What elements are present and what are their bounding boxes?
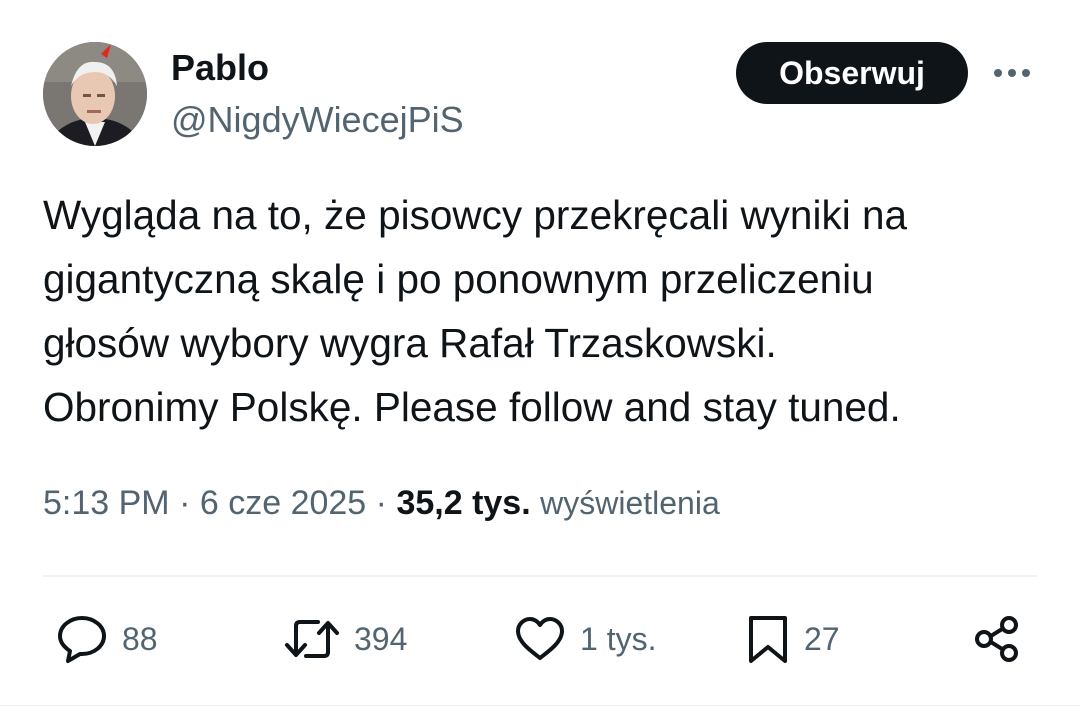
- tweet-time[interactable]: 5:13 PM: [43, 484, 170, 522]
- repost-count: 394: [354, 621, 408, 657]
- reply-count: 88: [122, 621, 158, 657]
- tweet-text-line: gigantyczną skalę i po ponownym przelicz…: [43, 256, 874, 302]
- more-options-button[interactable]: [990, 54, 1034, 92]
- divider: [43, 575, 1037, 577]
- reply-button[interactable]: 88: [56, 612, 158, 666]
- tweet-meta: 5:13 PM · 6 cze 2025 · 35,2 tys. wyświet…: [43, 481, 720, 525]
- reply-icon: [58, 616, 106, 663]
- tweet-card: Pablo @NigdyWiecejPiS Obserwuj Wygląda n…: [0, 0, 1080, 727]
- views-count[interactable]: 35,2 tys.: [396, 484, 530, 522]
- tweet-text: Wygląda na to, że pisowcy przekręcali wy…: [43, 183, 1043, 439]
- meta-separator: ·: [375, 484, 387, 522]
- avatar[interactable]: [43, 42, 147, 146]
- bookmark-button[interactable]: 27: [746, 612, 840, 666]
- heart-icon: [516, 617, 564, 660]
- more-horizontal-icon: [994, 69, 1030, 77]
- bookmark-count: 27: [804, 621, 840, 657]
- like-button[interactable]: 1 tys.: [514, 612, 656, 666]
- meta-separator: ·: [179, 484, 191, 522]
- author-display-name[interactable]: Pablo: [171, 46, 269, 90]
- share-icon: [975, 616, 1018, 662]
- avatar-photo-icon: [43, 42, 147, 146]
- views-label: wyświetlenia: [540, 485, 720, 521]
- like-count: 1 tys.: [580, 621, 657, 657]
- bookmark-icon: [749, 616, 787, 663]
- repost-icon: [285, 620, 339, 658]
- tweet-text-line: Obronimy Polskę. Please follow and stay …: [43, 384, 901, 430]
- author-handle[interactable]: @NigdyWiecejPiS: [171, 98, 464, 142]
- tweet-date[interactable]: 6 cze 2025: [200, 484, 366, 522]
- share-button[interactable]: [972, 612, 1020, 666]
- tweet-text-line: Wygląda na to, że pisowcy przekręcali wy…: [43, 192, 908, 238]
- repost-button[interactable]: 394: [284, 612, 407, 666]
- follow-button[interactable]: Obserwuj: [736, 42, 968, 104]
- tweet-text-line: głosów wybory wygra Rafał Trzaskowski.: [43, 320, 777, 366]
- bottom-border: [0, 705, 1080, 706]
